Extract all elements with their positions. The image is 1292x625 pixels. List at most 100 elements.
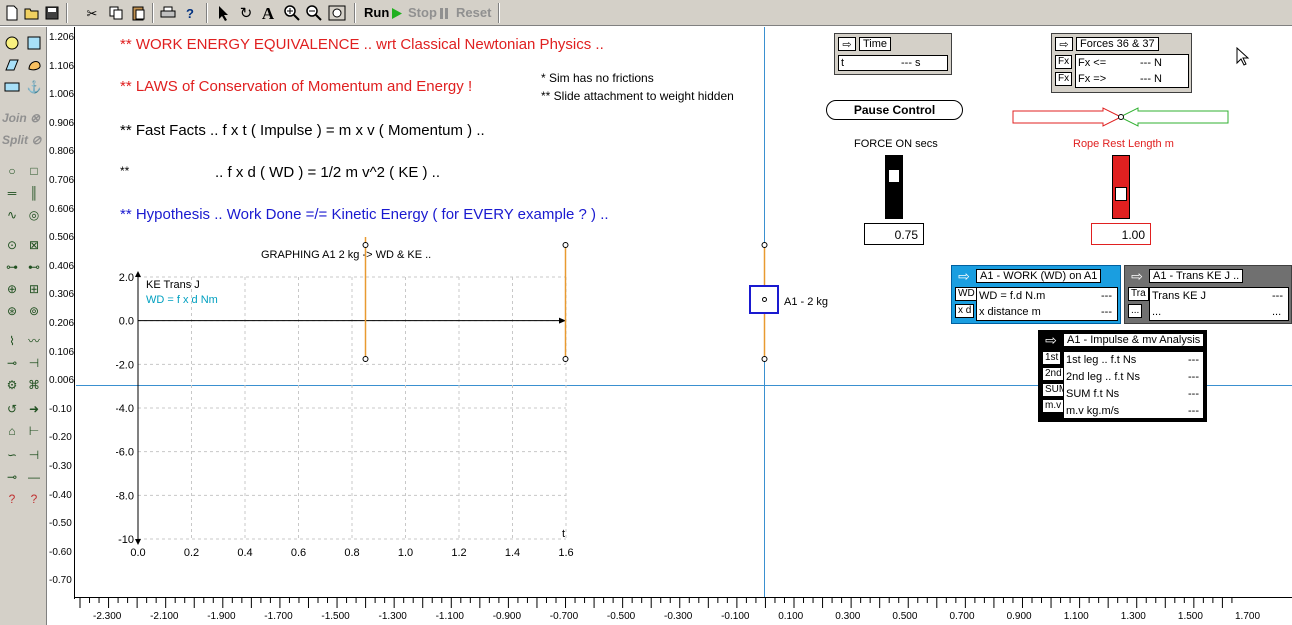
text-icon[interactable]: A xyxy=(258,3,278,23)
anchor-tool-icon[interactable]: ⚓ xyxy=(24,77,44,97)
mass-a1-body[interactable] xyxy=(749,285,779,314)
square-tool-icon[interactable] xyxy=(24,33,44,53)
fx-left-label: Fx <= xyxy=(1078,57,1107,69)
join-button[interactable]: Join ⊗ xyxy=(2,111,40,125)
motor-tool-icon[interactable]: ↺ xyxy=(2,399,22,419)
first-leg-value: --- xyxy=(1188,354,1199,366)
wd-button[interactable]: WD xyxy=(955,287,978,301)
second-leg-button[interactable]: 2nd xyxy=(1042,367,1065,381)
new-icon[interactable] xyxy=(2,3,22,23)
run-button[interactable]: Run xyxy=(363,3,403,23)
horizontal-slot-icon[interactable]: ═ xyxy=(2,183,22,203)
vertical-slider-icon[interactable]: ⊕ xyxy=(2,279,22,299)
spring-wave-icon[interactable]: 〰 xyxy=(24,331,44,351)
keyed-curved-slot-icon[interactable]: ⊚ xyxy=(24,301,44,321)
meter-tool-icon[interactable]: ? xyxy=(2,489,22,509)
xd-button[interactable]: x d xyxy=(955,304,975,318)
time-meter-toggle-button[interactable]: ⇨ xyxy=(838,37,856,51)
left-ruler-tick: 0.506 xyxy=(49,232,75,244)
pause-control-button[interactable]: Pause Control xyxy=(826,100,963,120)
forces-meter-panel[interactable]: ⇨ Forces 36 & 37 Fx Fx Fx <= --- N Fx =>… xyxy=(1051,33,1192,93)
stop-button[interactable]: Stop xyxy=(407,3,449,23)
curved-body-tool-icon[interactable] xyxy=(24,55,44,75)
bottom-ruler-tick: -1.100 xyxy=(435,611,464,622)
force-on-slider[interactable] xyxy=(885,155,903,219)
workspace-canvas[interactable]: ** WORK ENERGY EQUIVALENCE .. wrt Classi… xyxy=(76,27,1292,597)
rod-elements xyxy=(362,237,768,362)
keyed-vertical-slider-icon[interactable]: ⊞ xyxy=(24,279,44,299)
rope-tool-icon[interactable]: ⌘ xyxy=(24,375,44,395)
spring-tool-icon[interactable]: ⌇ xyxy=(2,331,22,351)
gear-pair-icon[interactable]: ⊸ xyxy=(2,467,22,487)
x-tick-label: 1.6 xyxy=(558,547,573,559)
bottom-ruler-tick: -0.900 xyxy=(492,611,522,622)
mass-center-point xyxy=(762,297,767,302)
force-tool-icon[interactable]: ➜ xyxy=(24,399,44,419)
ke-meter-toggle-button[interactable]: ⇨ xyxy=(1128,268,1146,284)
vertical-slot-icon[interactable]: ║ xyxy=(24,183,44,203)
square-point-icon[interactable]: □ xyxy=(24,161,44,181)
circle-tool-icon[interactable] xyxy=(2,33,22,53)
rotational-spring-icon[interactable]: ⚙ xyxy=(2,375,22,395)
force-on-value-field[interactable]: 0.75 xyxy=(864,223,924,245)
cut-icon[interactable]: ✂ xyxy=(82,3,102,23)
horizontal-slider-icon[interactable]: ⊶ xyxy=(2,257,22,277)
y-tick-label: 2.0 xyxy=(119,272,134,284)
paste-icon[interactable] xyxy=(128,3,148,23)
zoom-fit-icon[interactable] xyxy=(327,3,347,23)
rigid-joint-icon[interactable]: ⊠ xyxy=(24,235,44,255)
curved-slot-icon[interactable]: ∿ xyxy=(2,205,22,225)
keyed-slider-icon[interactable]: ⊷ xyxy=(24,257,44,277)
help-icon[interactable]: ? xyxy=(180,3,200,23)
pin-joint-icon[interactable]: ⊙ xyxy=(2,235,22,255)
kinetic-energy-meter-panel[interactable]: ⇨ A1 - Trans KE J .. Tra ... Trans KE J … xyxy=(1124,265,1292,324)
torque-tool-icon[interactable]: ⌂ xyxy=(2,421,22,441)
wd-meter-toggle-button[interactable]: ⇨ xyxy=(955,268,973,284)
wd-meter-title: A1 - WORK (WD) on A1 xyxy=(976,269,1102,283)
fx-right-button[interactable]: Fx xyxy=(1055,72,1073,86)
line-tool-icon[interactable]: — xyxy=(24,467,44,487)
point-element-icon[interactable]: ○ xyxy=(2,161,22,181)
actuator-tool-icon[interactable]: ⊢ xyxy=(24,421,44,441)
impulse-meter-panel[interactable]: ⇨ A1 - Impulse & mv Analysis 1st 2nd SUM… xyxy=(1038,330,1207,422)
save-icon[interactable] xyxy=(42,3,62,23)
separator-tool-icon[interactable]: ⊣ xyxy=(24,445,44,465)
split-button[interactable]: Split ⊘ xyxy=(2,133,41,147)
rectangle-tool-icon[interactable] xyxy=(2,77,22,97)
mv-button[interactable]: m.v xyxy=(1042,399,1065,413)
pointer-icon[interactable] xyxy=(214,3,234,23)
rope-length-slider[interactable] xyxy=(1112,155,1130,219)
damper-tool-icon[interactable]: ⊸ xyxy=(2,353,22,373)
circular-slot-icon[interactable]: ◎ xyxy=(24,205,44,225)
polygon-tool-icon[interactable] xyxy=(2,55,22,75)
work-done-meter-panel[interactable]: ⇨ A1 - WORK (WD) on A1 WD x d WD = f.d N… xyxy=(951,265,1121,324)
reset-button[interactable]: Reset xyxy=(454,3,496,23)
rope-length-value-field[interactable]: 1.00 xyxy=(1091,223,1151,245)
trans-ke-button[interactable]: Tra xyxy=(1128,287,1149,301)
print-icon[interactable] xyxy=(158,3,178,23)
fx-left-button[interactable]: Fx xyxy=(1055,55,1073,69)
ke-row-label: Trans KE J xyxy=(1152,290,1206,302)
copy-icon[interactable] xyxy=(106,3,126,23)
forces-meter-toggle-button[interactable]: ⇨ xyxy=(1055,37,1073,51)
zoom-in-icon[interactable] xyxy=(282,3,302,23)
meter-link-icon[interactable]: ? xyxy=(24,489,44,509)
heading-line-2: ** LAWS of Conservation of Momentum and … xyxy=(120,78,473,95)
curved-slot-joint-icon[interactable]: ⊛ xyxy=(2,301,22,321)
zoom-out-icon[interactable] xyxy=(304,3,324,23)
spring-damper-icon[interactable]: ⊣ xyxy=(24,353,44,373)
ke-row-value: --- xyxy=(1272,290,1283,302)
rotate-icon[interactable]: ↻ xyxy=(236,3,256,23)
time-meter-panel[interactable]: ⇨ Time t --- s xyxy=(834,33,952,75)
rope-length-slider-knob[interactable] xyxy=(1115,186,1127,201)
force-on-slider-knob[interactable] xyxy=(888,169,900,183)
impulse-meter-title: A1 - Impulse & mv Analysis xyxy=(1063,333,1205,347)
impulse-meter-toggle-button[interactable]: ⇨ xyxy=(1042,332,1060,348)
rope-curve-icon[interactable]: ∽ xyxy=(2,445,22,465)
ke-extra-button[interactable]: ... xyxy=(1128,304,1143,318)
play-icon xyxy=(392,8,402,19)
note-slide-hidden: ** Slide attachment to weight hidden xyxy=(541,89,734,103)
run-label: Run xyxy=(364,5,390,20)
open-icon[interactable] xyxy=(22,3,42,23)
first-leg-button[interactable]: 1st xyxy=(1042,351,1062,365)
